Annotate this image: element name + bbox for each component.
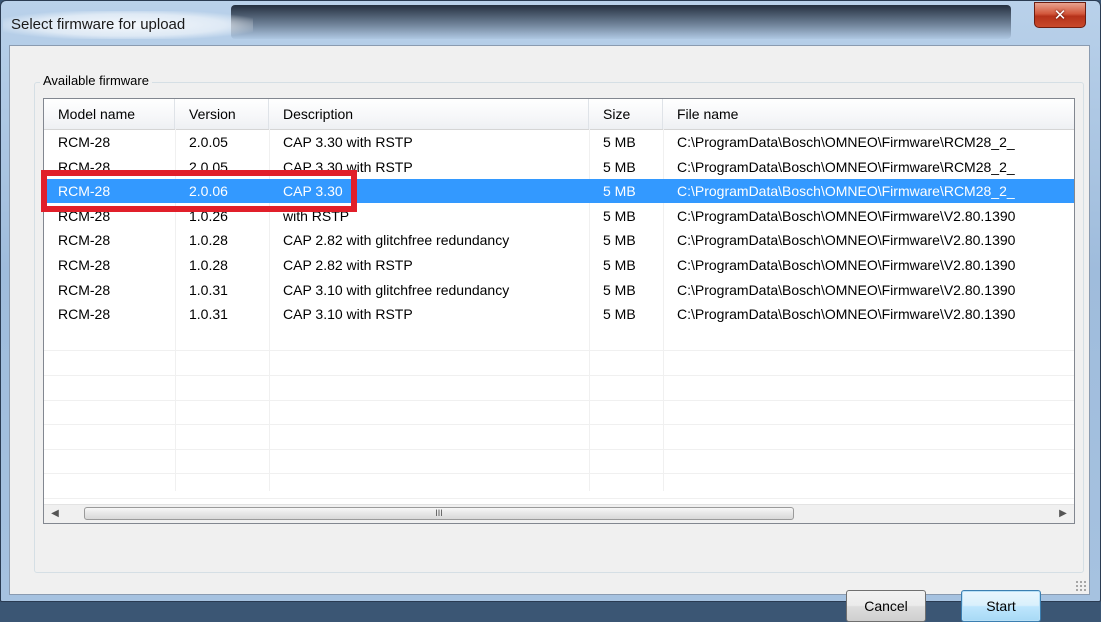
cell-version: 1.0.26 — [189, 207, 228, 224]
resize-grip-icon[interactable] — [1075, 580, 1087, 592]
cell-model-name: RCM-28 — [58, 232, 111, 249]
grid-line — [44, 498, 1074, 499]
grid-line — [44, 448, 1074, 450]
column-header-version[interactable]: Version — [175, 99, 269, 129]
cell-file-name: C:\ProgramData\Bosch\OMNEO\Firmware\V2.8… — [677, 281, 1016, 298]
cell-version: 1.0.31 — [189, 281, 228, 298]
cell-file-name: C:\ProgramData\Bosch\OMNEO\Firmware\V2.8… — [677, 257, 1016, 273]
horizontal-scrollbar[interactable]: ◀ III ▶ — [44, 504, 1074, 523]
cell-description: CAP 2.82 with RSTP — [283, 257, 413, 273]
window-title: Select firmware for upload — [11, 16, 186, 33]
cell-description: CAP 3.30 with RSTP — [283, 134, 413, 150]
cell-description: CAP 3.10 with glitchfree redundancy — [283, 281, 510, 298]
firmware-list[interactable]: Model name Version Description Size File… — [43, 98, 1075, 524]
table-row[interactable]: RCM-28 1.0.31 CAP 3.10 with RSTP 5 MB C:\Pro… — [44, 302, 1074, 326]
table-row[interactable]: RCM-28 1.0.28 CAP 2.82 with RSTP 5 MB C:\Pro… — [44, 253, 1074, 277]
grid-line — [44, 350, 1074, 352]
scroll-left-icon[interactable]: ◀ — [46, 505, 64, 523]
cell-version: 2.0.06 — [189, 183, 228, 200]
cancel-button[interactable]: Cancel — [846, 590, 926, 622]
cell-size: 5 MB — [603, 257, 636, 273]
scrollbar-thumb[interactable]: III — [84, 507, 794, 520]
cell-file-name: C:\ProgramData\Bosch\OMNEO\Firmware\V2.8… — [677, 207, 1016, 224]
cell-size: 5 MB — [603, 183, 636, 200]
close-button[interactable]: ✕ — [1034, 2, 1086, 28]
list-header: Model name Version Description Size File… — [44, 99, 1074, 130]
column-header-file-name[interactable]: File name — [663, 99, 1074, 129]
cell-description: CAP 2.82 with glitchfree redundancy — [283, 232, 510, 249]
table-row[interactable]: RCM-28 1.0.28 CAP 2.82 with glitchfree red… — [44, 228, 1074, 252]
start-button[interactable]: Start — [961, 590, 1041, 622]
title-bar[interactable]: Select firmware for upload ✕ — [1, 1, 1100, 45]
cell-description: CAP 3.30 — [283, 183, 343, 200]
dialog-window: Select firmware for upload ✕ Available f… — [0, 0, 1101, 622]
table-row[interactable]: RCM-28 2.0.05 CAP 3.30 with RSTP 5 MB C:\Pro… — [44, 130, 1074, 154]
table-row[interactable]: RCM-28 1.0.31 CAP 3.10 with glitchfree red… — [44, 278, 1074, 302]
cell-file-name: C:\ProgramData\Bosch\OMNEO\Firmware\V2.8… — [677, 232, 1016, 249]
cell-model-name: RCM-28 — [58, 207, 111, 224]
cell-description: CAP 3.30 with RSTP — [283, 158, 413, 175]
cell-version: 1.0.28 — [189, 232, 228, 249]
cell-size: 5 MB — [603, 207, 636, 224]
cell-model-name: RCM-28 — [58, 306, 111, 323]
cell-version: 2.0.05 — [189, 134, 228, 150]
cell-size: 5 MB — [603, 158, 636, 175]
cell-model-name: RCM-28 — [58, 183, 111, 200]
cell-size: 5 MB — [603, 134, 636, 150]
grid-line — [44, 424, 1074, 426]
cell-model-name: RCM-28 — [58, 257, 111, 273]
title-bar-background — [231, 5, 1011, 39]
table-row[interactable]: RCM-28 1.0.26 with RSTP 5 MB C:\ProgramData\… — [44, 204, 1074, 228]
cell-model-name: RCM-28 — [58, 158, 111, 175]
cell-size: 5 MB — [603, 306, 636, 323]
cell-file-name: C:\ProgramData\Bosch\OMNEO\Firmware\RCM2… — [677, 158, 1015, 175]
cell-description: with RSTP — [283, 207, 350, 224]
grid-line — [44, 473, 1074, 475]
cell-version: 1.0.31 — [189, 306, 228, 323]
cell-file-name: C:\ProgramData\Bosch\OMNEO\Firmware\V2.8… — [677, 306, 1016, 323]
cell-version: 2.0.05 — [189, 158, 228, 175]
cell-size: 5 MB — [603, 232, 636, 249]
cell-file-name: C:\ProgramData\Bosch\OMNEO\Firmware\RCM2… — [677, 134, 1015, 150]
column-header-description[interactable]: Description — [269, 99, 589, 129]
client-area: Available firmware Model name Version De… — [9, 45, 1090, 622]
cell-size: 5 MB — [603, 281, 636, 298]
cell-file-name: C:\ProgramData\Bosch\OMNEO\Firmware\RCM2… — [677, 183, 1015, 200]
column-header-model-name[interactable]: Model name — [44, 99, 175, 129]
cell-description: CAP 3.10 with RSTP — [283, 306, 413, 323]
cell-model-name: RCM-28 — [58, 281, 111, 298]
grid-line — [44, 399, 1074, 401]
groupbox-label: Available firmware — [40, 73, 152, 88]
cell-version: 1.0.28 — [189, 257, 228, 273]
grid-line — [44, 375, 1074, 376]
close-icon: ✕ — [1053, 6, 1067, 24]
scroll-right-icon[interactable]: ▶ — [1054, 505, 1072, 523]
cell-model-name: RCM-28 — [58, 134, 111, 150]
column-header-size[interactable]: Size — [589, 99, 663, 129]
table-row[interactable]: RCM-28 2.0.06 CAP 3.30 5 MB C:\ProgramData\B… — [44, 179, 1074, 204]
table-row[interactable]: RCM-28 2.0.05 CAP 3.30 with RSTP 5 MB C:\Pro… — [44, 155, 1074, 179]
